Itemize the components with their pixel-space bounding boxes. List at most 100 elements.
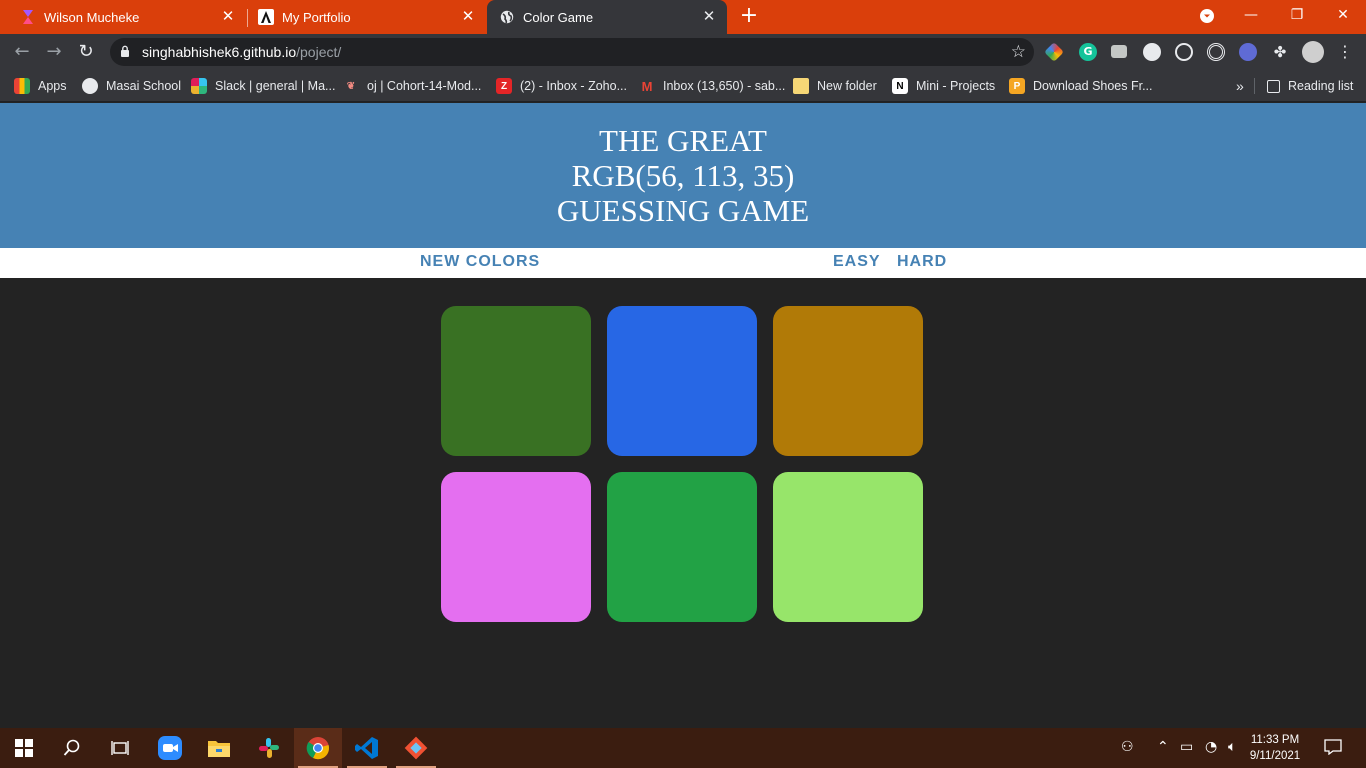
chrome-app-icon[interactable]	[294, 728, 342, 768]
bookmark-label: Apps	[38, 79, 67, 93]
bookmark-mini-projects[interactable]: N Mini - Projects	[892, 76, 995, 96]
clock-date: 9/11/2021	[1249, 750, 1301, 762]
notion-icon: N	[892, 78, 908, 94]
reading-list[interactable]: Reading list	[1267, 76, 1353, 96]
folder-icon	[793, 78, 809, 94]
reload-icon[interactable]: ↻	[74, 40, 98, 64]
git-app-icon[interactable]	[392, 728, 440, 768]
bookmark-star-icon[interactable]: ☆	[1011, 42, 1026, 62]
menu-kebab-icon[interactable]: ⋮	[1336, 43, 1354, 61]
control-stripe: NEW COLORS EASY HARD	[0, 248, 1366, 278]
color-square[interactable]	[773, 306, 923, 456]
browser-tab-strip: Wilson Mucheke ✕ My Portfolio ✕ Color Ga…	[0, 0, 1366, 34]
title-line-3: GUESSING GAME	[556, 193, 810, 228]
color-square[interactable]	[441, 472, 591, 622]
address-bar[interactable]: singhabhishek6.github.io/poject/ ☆	[110, 38, 1034, 66]
bookmark-gmail-inbox[interactable]: M Inbox (13,650) - sab...	[639, 76, 786, 96]
bookmark-label: Mini - Projects	[916, 79, 996, 93]
portfolio-a-icon	[258, 9, 274, 25]
reading-list-label: Reading list	[1288, 79, 1354, 93]
reading-list-icon	[1267, 79, 1280, 93]
battery-icon[interactable]: ▭	[1180, 739, 1193, 755]
slack-app-icon[interactable]	[245, 728, 293, 768]
globe-icon	[499, 9, 515, 25]
bookmark-divider	[1254, 78, 1255, 94]
restore-icon[interactable]: ❐	[1274, 0, 1320, 32]
close-window-icon[interactable]: ✕	[1320, 0, 1366, 32]
zoho-icon: Z	[496, 78, 512, 94]
color-picker-extension-icon[interactable]	[1044, 42, 1064, 62]
minimize-icon[interactable]: —	[1228, 0, 1274, 32]
tab-title: Wilson Mucheke	[44, 9, 140, 25]
more-bookmarks-chevron-icon[interactable]: »	[1236, 76, 1244, 96]
tab-my-portfolio[interactable]: My Portfolio ✕	[248, 0, 486, 34]
apps-grid-icon	[14, 78, 30, 94]
oj-icon: ❦	[346, 80, 356, 92]
color-square[interactable]	[607, 306, 757, 456]
bookmark-new-folder[interactable]: New folder	[793, 76, 877, 96]
new-tab-icon[interactable]: +	[738, 5, 760, 29]
react-devtools-icon[interactable]	[1175, 43, 1193, 61]
back-icon[interactable]: ←	[10, 40, 34, 64]
task-view-icon[interactable]	[96, 728, 144, 768]
extension-round-icon[interactable]	[1143, 43, 1161, 61]
rgb-target-display: RGB(56, 113, 35)	[571, 158, 795, 193]
bookmark-slack[interactable]: Slack | general | Ma...	[191, 76, 335, 96]
system-clock[interactable]: 11:33 PM 9/11/2021	[1244, 732, 1306, 764]
grammarly-icon[interactable]: G	[1079, 43, 1097, 61]
color-squares-grid	[441, 306, 923, 622]
figma-like-icon	[20, 9, 36, 25]
notification-center-icon[interactable]	[1324, 739, 1342, 759]
bookmark-label: Download Shoes Fr...	[1033, 79, 1153, 93]
blocked-icon[interactable]	[1239, 43, 1257, 61]
bookmark-label: New folder	[817, 79, 877, 93]
bookmark-apps[interactable]: Apps	[14, 76, 67, 96]
bookmark-label: (2) - Inbox - Zoho...	[520, 79, 627, 93]
slack-icon	[191, 78, 207, 94]
windows-taskbar: ⚇ ⌃ ▭ ◔ 🔈︎ 11:33 PM 9/11/2021	[0, 728, 1366, 768]
bookmarks-bar: Apps Masai School Slack | general | Ma..…	[0, 70, 1366, 102]
tab-wilson-mucheke[interactable]: Wilson Mucheke ✕	[0, 0, 246, 34]
zoom-icon[interactable]	[146, 728, 194, 768]
lock-icon	[121, 45, 129, 57]
bookmark-label: Inbox (13,650) - sab...	[663, 79, 786, 93]
close-tab-icon[interactable]: ✕	[220, 9, 236, 25]
bookmark-label: Masai School	[106, 79, 182, 93]
target-icon[interactable]	[1207, 43, 1225, 61]
tab-title: My Portfolio	[282, 9, 351, 25]
vscode-icon[interactable]	[343, 728, 391, 768]
bookmark-masai-school[interactable]: Masai School	[82, 76, 181, 96]
extensions-puzzle-icon[interactable]: ✤	[1271, 43, 1289, 61]
globe-icon	[82, 78, 98, 94]
color-square[interactable]	[773, 472, 923, 622]
search-icon[interactable]	[48, 728, 96, 768]
volume-icon[interactable]: 🔈︎	[1228, 739, 1236, 755]
file-explorer-icon[interactable]	[195, 728, 243, 768]
clock-time: 11:33 PM	[1250, 734, 1300, 746]
new-colors-button[interactable]: NEW COLORS	[420, 253, 540, 271]
hard-mode-button[interactable]: HARD	[897, 253, 947, 271]
game-header: THE GREAT RGB(56, 113, 35) GUESSING GAME	[0, 103, 1366, 248]
bookmark-label: Slack | general | Ma...	[215, 79, 336, 93]
forward-icon[interactable]: →	[42, 40, 66, 64]
title-line-1: THE GREAT	[599, 123, 767, 158]
tray-chevron-up-icon[interactable]: ⌃	[1157, 739, 1169, 755]
easy-mode-button[interactable]: EASY	[833, 253, 881, 271]
bookmark-oj[interactable]: ❦ oj | Cohort-14-Mod...	[343, 76, 482, 96]
tab-color-game[interactable]: Color Game ✕	[487, 0, 727, 34]
close-tab-icon[interactable]: ✕	[701, 9, 717, 25]
bookmark-download-shoes[interactable]: P Download Shoes Fr...	[1009, 76, 1153, 96]
close-tab-icon[interactable]: ✕	[460, 9, 476, 25]
profile-avatar[interactable]	[1302, 41, 1324, 63]
tab-title: Color Game	[523, 9, 594, 25]
color-square[interactable]	[607, 472, 757, 622]
download-icon: P	[1009, 78, 1025, 94]
windows-start-icon[interactable]	[0, 728, 48, 768]
bookmark-zoho-inbox[interactable]: Z (2) - Inbox - Zoho...	[496, 76, 627, 96]
camera-icon[interactable]	[1111, 45, 1127, 58]
gmail-icon: M	[641, 78, 653, 94]
color-square[interactable]	[441, 306, 591, 456]
wifi-icon[interactable]: ◔	[1205, 739, 1217, 755]
people-icon[interactable]: ⚇	[1121, 739, 1134, 755]
tab-search-icon[interactable]	[1184, 0, 1230, 32]
